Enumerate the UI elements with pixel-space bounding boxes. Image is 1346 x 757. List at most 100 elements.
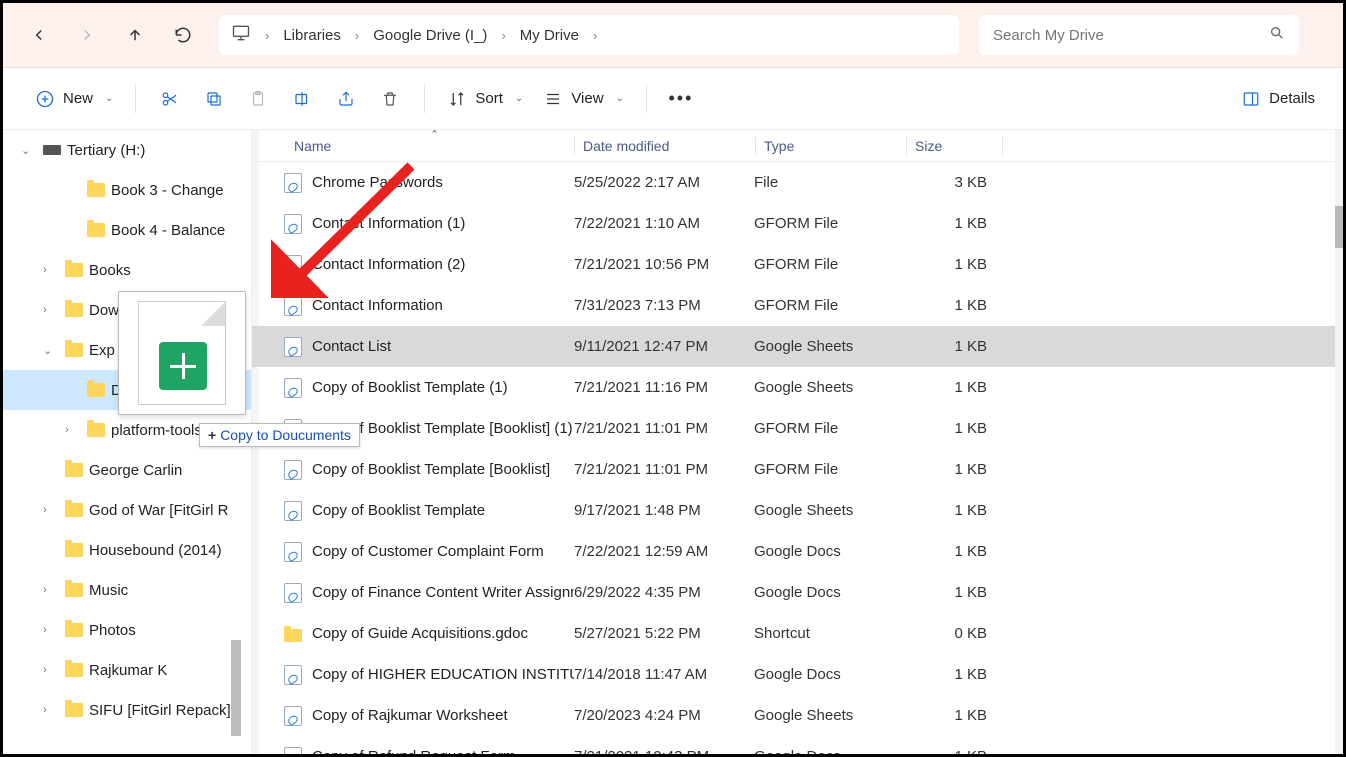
new-button[interactable]: New ⌄ [25,79,123,119]
details-button[interactable]: Details [1231,79,1325,119]
sidebar-item[interactable]: Book 3 - Change [3,170,251,210]
folder-icon [65,703,83,717]
up-button[interactable] [115,15,155,55]
file-row[interactable]: Chrome Passwords5/25/2022 2:17 AMFile3 K… [252,162,1343,203]
delete-button[interactable] [368,79,412,119]
file-name: Copy of Booklist Template [Booklist] [312,461,550,478]
file-row[interactable]: Copy of Customer Complaint Form 7/22/2021… [252,531,1343,572]
file-date: 7/22/2021 12:59 AM [574,543,754,560]
search-input[interactable] [993,27,1253,44]
sidebar-item[interactable]: ›Books [3,250,251,290]
breadcrumb-item[interactable]: Libraries [283,27,341,44]
file-name: Copy of Booklist Template (1) [312,379,508,396]
chevron-icon: › [43,664,59,676]
file-row[interactable]: Copy of Rajkumar Worksheet7/20/2023 4:24… [252,695,1343,736]
file-page-icon [138,301,226,405]
breadcrumb[interactable]: › Libraries › Google Drive (I_) › My Dri… [219,15,959,55]
breadcrumb-item[interactable]: Google Drive (I_) [373,27,487,44]
rename-icon [292,89,312,109]
sidebar-item[interactable]: ›Photos [3,610,251,650]
sidebar-item-label: SIFU [FitGirl Repack] [89,702,231,719]
file-type: Google Sheets [754,379,904,396]
share-button[interactable] [324,79,368,119]
file-row[interactable]: Copy of Guide Acquisitions.gdoc5/27/2021… [252,613,1343,654]
breadcrumb-item[interactable]: My Drive [520,27,579,44]
folder-icon [65,663,83,677]
search-box[interactable] [979,15,1299,55]
sidebar-item[interactable]: Housebound (2014) [3,530,251,570]
sidebar-item[interactable]: ›Rajkumar K [3,650,251,690]
sidebar-item[interactable]: George Carlin [3,450,251,490]
file-row[interactable]: Contact Information (2)7/21/2021 10:56 P… [252,244,1343,285]
file-row[interactable]: Copy of Booklist Template9/17/2021 1:48 … [252,490,1343,531]
file-name: Copy of Refund Request Form [312,748,515,754]
sidebar-item[interactable]: ›Music [3,570,251,610]
cut-button[interactable] [148,79,192,119]
file-row[interactable]: Copy of Refund Request Form7/21/2021 10:… [252,736,1343,754]
file-row[interactable]: Contact Information7/31/2023 7:13 PMGFOR… [252,285,1343,326]
trash-icon [380,89,400,109]
file-size: 1 KB [904,297,999,314]
file-type: GFORM File [754,461,904,478]
file-size: 3 KB [904,174,999,191]
copy-icon [204,89,224,109]
file-date: 5/27/2021 5:22 PM [574,625,754,642]
file-name: Contact Information (1) [312,215,465,232]
google-sheets-icon [159,342,207,390]
scrollbar-thumb[interactable] [1335,206,1343,248]
file-row[interactable]: Copy of Booklist Template [Booklist] (1)… [252,408,1343,449]
rename-button[interactable] [280,79,324,119]
file-row[interactable]: Copy of HIGHER EDUCATION INSTITUTI...7/1… [252,654,1343,695]
sidebar-item-label: Books [89,262,131,279]
folder-icon [284,629,302,643]
column-headers[interactable]: ⌃ Name Date modified Type Size [252,130,1343,162]
sidebar-item[interactable]: ›God of War [FitGirl R [3,490,251,530]
refresh-button[interactable] [163,15,203,55]
file-row[interactable]: Contact List9/11/2021 12:47 PMGoogle She… [252,326,1343,367]
chevron-icon: ⌄ [43,344,59,357]
file-icon [284,583,302,603]
column-header-date[interactable]: Date modified [575,138,755,154]
sidebar-scrollbar[interactable] [231,640,241,736]
file-size: 1 KB [904,256,999,273]
file-name: Copy of Rajkumar Worksheet [312,707,508,724]
column-header-size[interactable]: Size [907,138,1002,154]
file-name: Contact List [312,338,391,355]
file-row[interactable]: Contact Information (1)7/22/2021 1:10 AM… [252,203,1343,244]
file-size: 1 KB [904,666,999,683]
search-icon [1269,25,1285,46]
file-date: 7/31/2023 7:13 PM [574,297,754,314]
file-icon [284,255,302,275]
file-icon [284,460,302,480]
paste-button[interactable] [236,79,280,119]
drive-icon [43,145,61,155]
file-type: Google Sheets [754,502,904,519]
back-button[interactable] [19,15,59,55]
forward-button[interactable] [67,15,107,55]
copy-button[interactable] [192,79,236,119]
file-row[interactable]: Copy of Booklist Template [Booklist]7/21… [252,449,1343,490]
folder-icon [87,423,105,437]
column-header-name[interactable]: Name [252,138,574,154]
file-row[interactable]: Copy of Booklist Template (1) 7/21/2021 1… [252,367,1343,408]
file-size: 0 KB [904,625,999,642]
more-button[interactable]: ••• [659,79,703,119]
file-icon [284,665,302,685]
sidebar-item[interactable]: ⌄Tertiary (H:) [3,130,251,170]
folder-icon [65,583,83,597]
chevron-icon: › [65,424,81,436]
file-icon [284,296,302,316]
file-size: 1 KB [904,543,999,560]
file-size: 1 KB [904,584,999,601]
file-name: Copy of Customer Complaint Form [312,543,544,560]
column-header-type[interactable]: Type [756,138,906,154]
file-list: ⌃ Name Date modified Type Size Chrome Pa… [251,130,1343,754]
file-row[interactable]: Copy of Finance Content Writer Assignm..… [252,572,1343,613]
file-date: 7/21/2021 11:16 PM [574,379,754,396]
file-type: Shortcut [754,625,904,642]
view-button[interactable]: View ⌄ [533,79,634,119]
sort-button[interactable]: Sort ⌄ [437,79,533,119]
file-type: GFORM File [754,297,904,314]
sidebar-item[interactable]: ›SIFU [FitGirl Repack] [3,690,251,730]
sidebar-item[interactable]: Book 4 - Balance [3,210,251,250]
